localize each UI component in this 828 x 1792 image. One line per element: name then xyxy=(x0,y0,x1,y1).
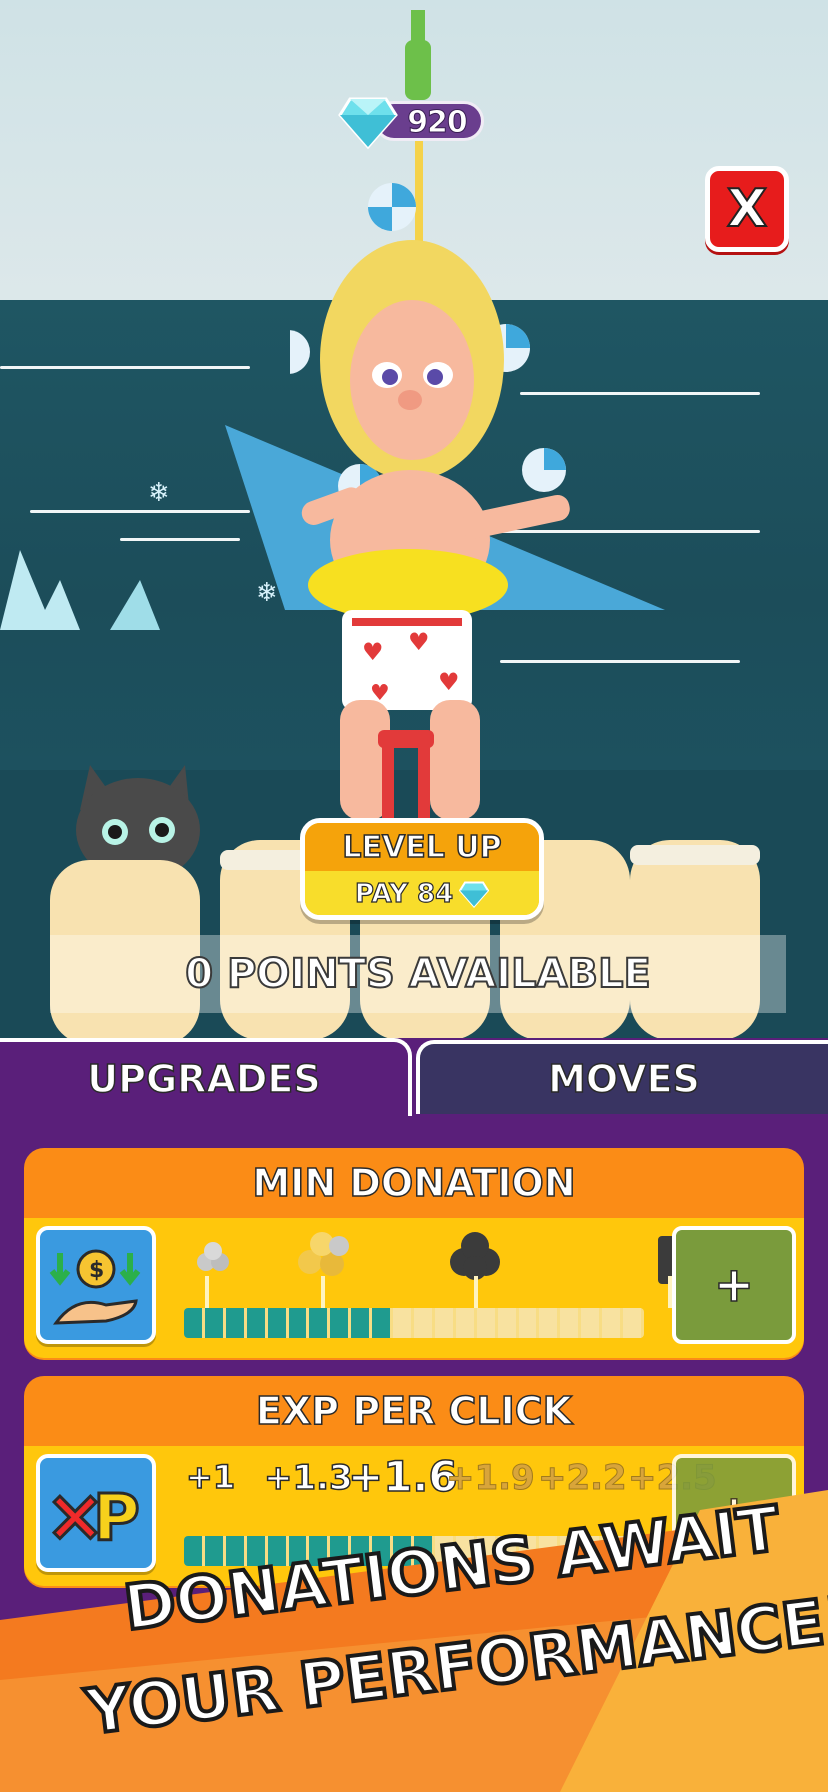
exp-per-click-title: EXP PER CLICK xyxy=(255,1388,573,1434)
progress-segment xyxy=(288,1308,307,1338)
tab-moves[interactable]: MOVES xyxy=(416,1040,828,1114)
milestone-tick xyxy=(474,1276,478,1308)
level-up-label: LEVEL UP xyxy=(305,823,539,871)
level-up-price: PAY 84 xyxy=(305,871,539,915)
close-button[interactable]: X xyxy=(705,166,789,252)
svg-text:♥: ♥ xyxy=(408,628,430,656)
min-donation-title: MIN DONATION xyxy=(252,1160,577,1206)
progress-segment xyxy=(413,1308,432,1338)
progress-segment xyxy=(497,1308,516,1338)
progress-segment xyxy=(225,1308,244,1338)
points-available-text: 0 POINTS AVAILABLE xyxy=(184,950,652,998)
progress-segment xyxy=(372,1308,391,1338)
svg-text:$: $ xyxy=(89,1258,104,1283)
gem-count: 920 xyxy=(407,105,469,141)
progress-segment xyxy=(393,1308,411,1338)
gem-counter: 920 xyxy=(338,95,486,149)
min-donation-plus-button[interactable]: + xyxy=(672,1226,796,1344)
tab-upgrades[interactable]: UPGRADES xyxy=(0,1038,412,1116)
wave-line xyxy=(30,510,250,513)
level-up-button[interactable]: LEVEL UP PAY 84 xyxy=(300,818,544,920)
progress-segment xyxy=(330,1308,349,1338)
milestone-tick xyxy=(321,1276,325,1308)
min-donation-card: MIN DONATION $ + xyxy=(24,1148,804,1360)
progress-segment xyxy=(476,1308,495,1338)
progress-segment xyxy=(602,1308,621,1338)
iceberg xyxy=(0,550,160,630)
diamond-gem-icon xyxy=(338,97,398,149)
donation-hand-coin-icon: $ xyxy=(36,1226,156,1344)
svg-text:♥: ♥ xyxy=(362,638,384,666)
progress-segment xyxy=(581,1308,600,1338)
min-donation-body: $ + xyxy=(24,1218,804,1358)
progress-segment xyxy=(204,1308,223,1338)
wave-line xyxy=(0,366,250,369)
snowflake-icon: ❄ xyxy=(256,578,278,608)
progress-segment xyxy=(434,1308,453,1338)
points-available-banner: 0 POINTS AVAILABLE xyxy=(50,935,786,1013)
progress-segment xyxy=(309,1308,328,1338)
milestone-tick xyxy=(205,1276,209,1308)
min-donation-progress-bar xyxy=(184,1308,644,1338)
promo-banner: DONATIONS AWAIT YOUR PERFORMANCE! xyxy=(0,1480,828,1792)
progress-segment xyxy=(246,1308,265,1338)
progress-segment xyxy=(539,1308,558,1338)
progress-segment xyxy=(184,1308,202,1338)
snowflake-icon: ❄ xyxy=(148,478,170,508)
progress-segment xyxy=(518,1308,537,1338)
progress-segment xyxy=(351,1308,370,1338)
diamond-gem-icon xyxy=(459,881,490,908)
progress-segment xyxy=(623,1308,641,1338)
level-up-pay-label: PAY 84 xyxy=(354,878,454,909)
progress-segment xyxy=(455,1308,474,1338)
close-icon: X xyxy=(726,178,768,240)
progress-segment xyxy=(560,1308,579,1338)
svg-text:♥: ♥ xyxy=(438,668,460,696)
coins-icon xyxy=(197,1242,229,1271)
progress-segment xyxy=(267,1308,286,1338)
